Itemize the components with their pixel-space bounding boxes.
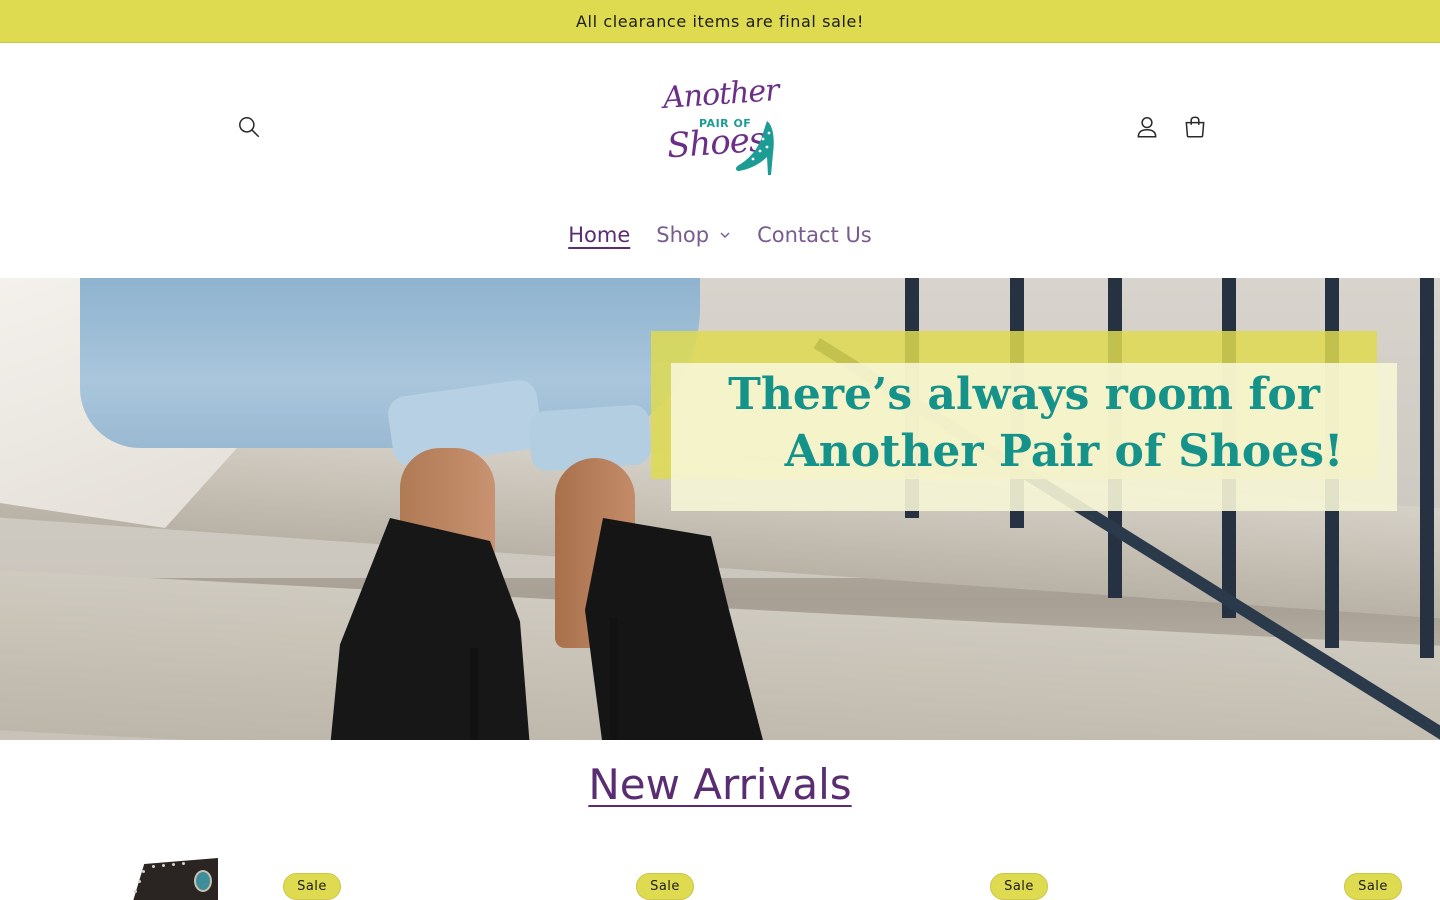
search-button[interactable]: [227, 105, 271, 149]
boot-stud: [162, 864, 165, 867]
hero-banner[interactable]: There’s always room for Another Pair of …: [0, 278, 1440, 740]
boot-stud: [152, 865, 155, 868]
nav-item-contact[interactable]: Contact Us: [744, 215, 885, 255]
store-logo[interactable]: Another PAIR OF Shoes: [655, 73, 785, 179]
boot-stud: [142, 870, 145, 873]
boot-stud: [182, 862, 185, 865]
nav-home-label: Home: [568, 223, 631, 247]
chevron-down-icon: [720, 232, 730, 238]
sale-badge: Sale: [990, 873, 1048, 900]
boot-concho: [194, 870, 212, 892]
hero-railing: [1420, 278, 1434, 658]
product-image[interactable]: [118, 856, 218, 900]
high-heel-icon: [736, 121, 774, 175]
sale-badge: Sale: [636, 873, 694, 900]
nav-shop-label: Shop: [656, 223, 710, 247]
new-arrivals-heading: New Arrivals: [0, 760, 1440, 809]
nav-contact-label: Contact Us: [757, 223, 872, 247]
hero-heel: [610, 618, 618, 740]
sale-badge: Sale: [1344, 873, 1402, 900]
cart-icon: [1185, 116, 1205, 138]
boot-stud: [134, 890, 137, 893]
sale-badge: Sale: [283, 873, 341, 900]
hero-headline: There’s always room for Another Pair of …: [651, 366, 1397, 480]
hero-headline-line1: There’s always room for: [728, 369, 1320, 420]
announcement-text: All clearance items are final sale!: [576, 11, 864, 31]
account-icon: [1137, 117, 1157, 138]
main-nav: Home Shop Contact Us: [0, 215, 1440, 255]
boot-stud: [138, 880, 141, 883]
new-arrivals-link[interactable]: New Arrivals: [588, 760, 851, 809]
nav-item-home[interactable]: Home: [555, 215, 643, 255]
hero-headline-line2: Another Pair of Shoes!: [784, 426, 1344, 477]
logo-text-line1: Another: [661, 73, 780, 116]
announcement-bar: All clearance items are final sale!: [0, 0, 1440, 43]
hero-heel: [470, 648, 478, 740]
site-header: Another PAIR OF Shoes Home Shop Contact …: [0, 43, 1440, 278]
cart-button[interactable]: [1173, 105, 1217, 149]
nav-item-shop[interactable]: Shop: [643, 215, 744, 255]
boot-stud: [172, 863, 175, 866]
account-button[interactable]: [1125, 105, 1169, 149]
search-icon: [239, 117, 260, 138]
